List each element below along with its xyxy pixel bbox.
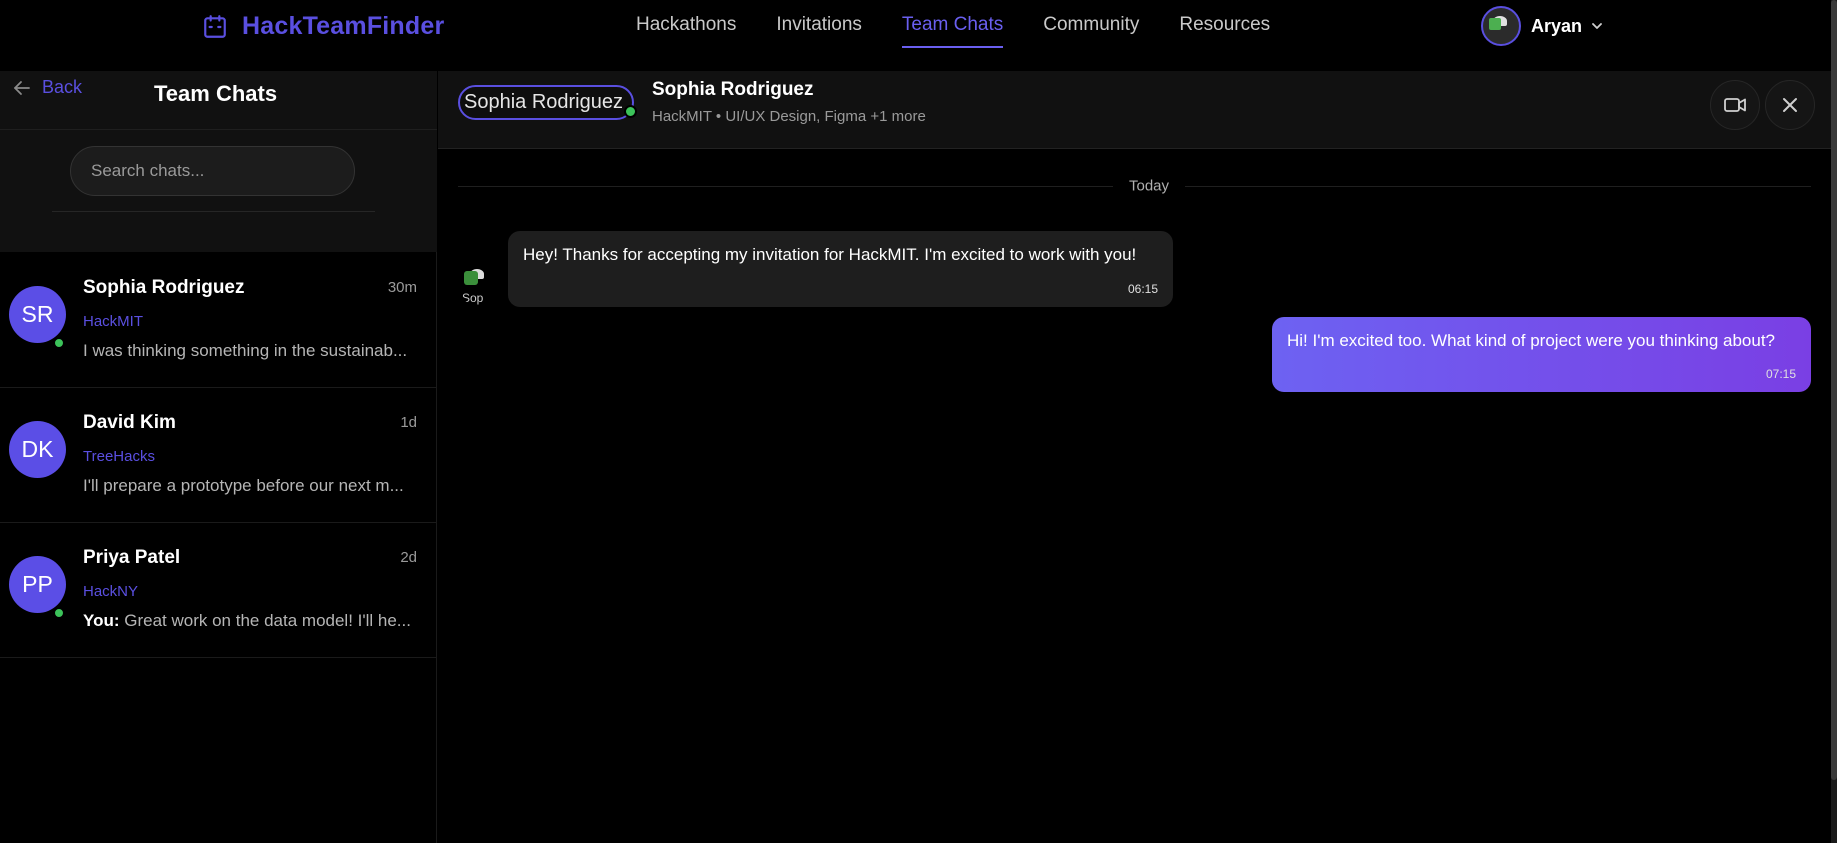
message-time: 07:15 xyxy=(1765,367,1796,381)
sidebar-header: Back Team Chats xyxy=(0,71,437,252)
date-label: Today xyxy=(1113,177,1186,195)
sidebar-title: Team Chats xyxy=(154,81,278,106)
chat-name: Sophia Rodriguez xyxy=(83,277,245,298)
conversation-header: Sophia Rodriguez Sophia Rodriguez HackMI… xyxy=(438,71,1837,149)
message-time: 06:15 xyxy=(1127,282,1158,296)
chat-preview: I was thinking something in the sustaina… xyxy=(83,341,408,360)
contact-name: Sophia Rodriguez xyxy=(652,79,814,100)
user-menu[interactable]: Aryan xyxy=(1481,6,1602,46)
calendar-icon xyxy=(204,14,226,38)
chat-event: HackMIT xyxy=(83,313,143,330)
chat-list-item-david[interactable]: DK David Kim 1d TreeHacks I'll prepare a… xyxy=(0,388,437,523)
contact-subtitle: HackMIT • UI/UX Design, Figma +1 more xyxy=(652,108,926,125)
chat-preview: You: Great work on the data model! I'll … xyxy=(83,611,418,631)
video-camera-icon xyxy=(1724,98,1746,112)
chat-list-item-sophia[interactable]: SR Sophia Rodriguez 30m HackMIT I was th… xyxy=(0,253,437,388)
chat-time: 2d xyxy=(400,549,417,566)
avatar: SR xyxy=(9,286,66,343)
contact-avatar[interactable]: Sophia Rodriguez xyxy=(458,85,634,120)
nav-team-chats[interactable]: Team Chats xyxy=(901,14,1004,48)
date-separator: Today xyxy=(458,177,1811,195)
main-nav: Hackathons Invitations Team Chats Commun… xyxy=(636,14,1310,48)
avatar-alt-text: Sop xyxy=(462,291,484,305)
divider xyxy=(52,211,375,212)
chat-name: Priya Patel xyxy=(83,547,181,568)
avatar: DK xyxy=(9,421,66,478)
user-name: Aryan xyxy=(1531,15,1583,36)
nav-invitations[interactable]: Invitations xyxy=(776,14,862,48)
message-outgoing: Hi! I'm excited too. What kind of projec… xyxy=(1272,317,1811,392)
brand[interactable]: HackTeamFinder xyxy=(202,12,444,41)
avatar: Sop xyxy=(458,267,496,305)
chat-event: TreeHacks xyxy=(83,448,155,465)
avatar xyxy=(1481,6,1521,46)
preview-text: Great work on the data model! I'll he... xyxy=(124,611,411,630)
nav-resources[interactable]: Resources xyxy=(1179,14,1270,48)
close-button[interactable] xyxy=(1765,80,1815,130)
back-button[interactable]: Back xyxy=(12,77,82,98)
message-text: Hi! I'm excited too. What kind of projec… xyxy=(1287,331,1775,350)
nav-hackathons[interactable]: Hackathons xyxy=(636,14,736,48)
message-text: Hey! Thanks for accepting my invitation … xyxy=(523,245,1137,264)
online-indicator xyxy=(53,337,65,349)
scrollbar-thumb[interactable] xyxy=(1831,0,1837,780)
top-navbar: HackTeamFinder Hackathons Invitations Te… xyxy=(0,0,1837,71)
chat-time: 30m xyxy=(387,279,417,296)
chat-list: SR Sophia Rodriguez 30m HackMIT I was th… xyxy=(0,253,437,658)
online-indicator xyxy=(53,607,65,619)
close-icon xyxy=(1783,98,1797,112)
preview-prefix: You: xyxy=(83,611,120,630)
chat-time: 1d xyxy=(400,414,417,431)
search-input[interactable] xyxy=(70,146,355,196)
chevron-down-icon xyxy=(1592,23,1602,29)
avatar-alt-text: Sophia Rodriguez xyxy=(464,91,623,113)
brand-name: HackTeamFinder xyxy=(242,12,445,40)
arrow-left-icon xyxy=(14,80,30,95)
chat-sidebar: Back Team Chats SR Sophia Rodriguez 30m … xyxy=(0,71,437,843)
chat-name: David Kim xyxy=(83,412,176,433)
chat-event: HackNY xyxy=(83,583,139,600)
chat-preview: I'll prepare a prototype before our next… xyxy=(83,476,404,495)
nav-community[interactable]: Community xyxy=(1043,14,1139,48)
chat-list-item-priya[interactable]: PP Priya Patel 2d HackNY You: Great work… xyxy=(0,523,437,658)
back-label: Back xyxy=(42,77,83,97)
avatar: PP xyxy=(9,556,66,613)
message-incoming: Hey! Thanks for accepting my invitation … xyxy=(508,231,1173,307)
video-call-button[interactable] xyxy=(1710,80,1760,130)
online-indicator xyxy=(624,105,637,118)
divider xyxy=(0,129,437,130)
conversation-panel: Sophia Rodriguez Sophia Rodriguez HackMI… xyxy=(438,71,1837,843)
